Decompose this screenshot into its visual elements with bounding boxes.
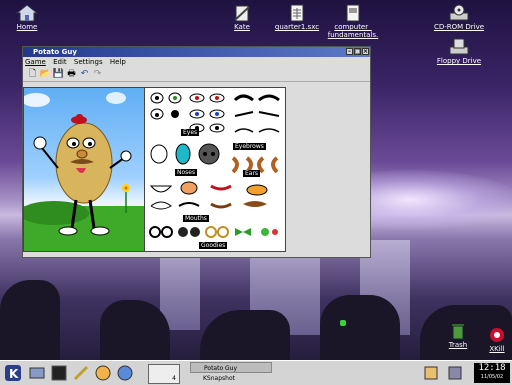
window-title: Potato Guy	[33, 48, 77, 56]
category-mouths-label: Mouths	[183, 215, 209, 222]
mouse-cursor	[340, 320, 346, 326]
ears-section[interactable]: Ears	[227, 154, 283, 178]
mouths-section[interactable]: Mouths	[147, 178, 283, 222]
rock-cliff	[0, 280, 60, 360]
noses-section[interactable]: Noses	[147, 140, 225, 176]
desktop-pager[interactable]: 4	[148, 364, 180, 384]
clock-time: 12:18	[478, 363, 506, 373]
cdrom-drive-icon	[449, 4, 469, 21]
window-titlebar[interactable]: Potato Guy – □ ×	[23, 47, 370, 57]
taskbar-task-ksnapshot[interactable]: KSnapshot	[190, 373, 272, 384]
minimize-button[interactable]: –	[346, 48, 353, 55]
eyebrows-section[interactable]: Eyebrows	[231, 90, 283, 152]
close-button[interactable]: ×	[362, 48, 369, 55]
kde-menu-icon[interactable]: K	[4, 364, 22, 382]
tray-app-icon[interactable]	[422, 364, 440, 382]
potato-canvas[interactable]	[19, 87, 146, 252]
help-icon[interactable]	[94, 364, 112, 382]
taskbar-task-potato-guy[interactable]: Potato Guy	[190, 362, 272, 373]
menu-help[interactable]: Help	[110, 58, 126, 66]
potato-character	[19, 92, 145, 251]
potato-guy-window: Potato Guy – □ × Game Edit Settings Help…	[19, 46, 371, 258]
spreadsheet-file-icon	[290, 4, 304, 22]
category-eyes-label: Eyes	[181, 129, 200, 136]
clock[interactable]: 12:18 11/05/02	[474, 363, 510, 383]
floppy-drive-icon	[449, 38, 469, 55]
new-icon[interactable]: 🗋	[27, 69, 38, 80]
undo-icon[interactable]: ↶	[79, 69, 90, 80]
menu-edit[interactable]: Edit	[53, 58, 67, 66]
category-noses-label: Noses	[175, 169, 198, 176]
tray-status-icon[interactable]	[446, 364, 464, 382]
save-icon[interactable]: 💾	[53, 69, 64, 80]
editor-icon[interactable]	[72, 364, 90, 382]
desktop-icon-home[interactable]: Home	[0, 4, 62, 31]
desktop-icon-floppy[interactable]: Floppy Drive	[424, 38, 494, 65]
pager-desk-number: 4	[172, 375, 176, 382]
toolbar: 🗋 📂 💾 🖶 ↶ ↷	[23, 67, 370, 82]
maximize-button[interactable]: □	[354, 48, 361, 55]
home-icon	[16, 4, 38, 22]
task-label: Potato Guy	[204, 365, 238, 372]
category-eyebrows-label: Eyebrows	[233, 143, 266, 150]
terminal-icon[interactable]	[50, 364, 68, 382]
parts-palette: Eyes Eyebrows Noses Ears Mouths Goodies	[144, 87, 286, 252]
category-goodies-label: Goodies	[199, 242, 228, 249]
panel-app-icon[interactable]	[28, 364, 46, 382]
print-icon[interactable]: 🖶	[66, 69, 77, 80]
clock-date: 11/05/02	[480, 374, 504, 380]
category-ears-label: Ears	[243, 170, 261, 177]
kde-taskbar: K 4 Potato Guy KSnapshot 12:18 11/05/02	[0, 360, 512, 385]
goodies-section[interactable]: Goodies	[147, 224, 283, 250]
desktop-icon-xkill[interactable]: XKill	[462, 326, 512, 353]
mouths-parts	[149, 181, 268, 210]
browser-icon[interactable]	[116, 364, 134, 382]
task-label: KSnapshot	[203, 375, 235, 382]
open-icon[interactable]: 📂	[40, 69, 51, 80]
kate-editor-icon	[234, 5, 250, 22]
rock-cliff	[320, 295, 400, 360]
desktop-icon-cdrom[interactable]: CD-ROM Drive	[424, 4, 494, 31]
document-file-icon	[346, 4, 360, 22]
xkill-icon	[490, 328, 504, 342]
rock-cliff	[200, 310, 290, 360]
redo-icon[interactable]: ↷	[92, 69, 103, 80]
menu-settings[interactable]: Settings	[74, 58, 103, 66]
desktop-icon-computer-fundamentals[interactable]: computer_ fundamentals.	[318, 4, 388, 39]
menu-game[interactable]: Game	[25, 58, 46, 66]
eyes-section[interactable]: Eyes	[147, 90, 229, 138]
svg-text:K: K	[9, 367, 19, 381]
